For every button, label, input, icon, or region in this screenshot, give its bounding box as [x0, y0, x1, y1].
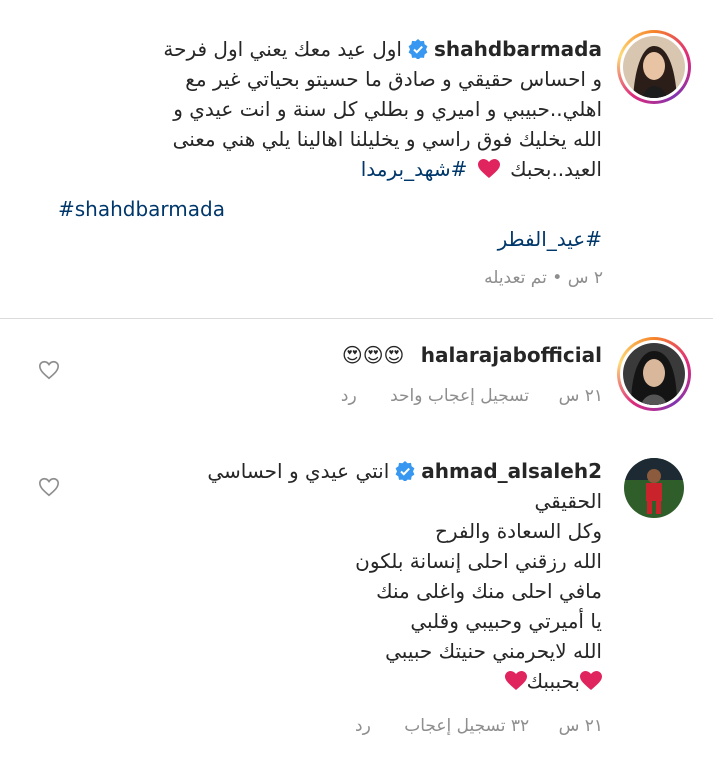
comment-reply-button[interactable]: رد [341, 386, 357, 406]
comment-line-7: الله لايحرمني حنيتك حبيبي [385, 639, 602, 663]
comment-line-5: مافي احلى منك واغلى منك [376, 579, 602, 603]
comment-text: ahmad_alsaleh2 انتي عيدي و احساسي الحقيقي… [100, 456, 602, 696]
comment-likes-count[interactable]: تسجيل إعجاب واحد [390, 386, 529, 406]
heart-outline-icon[interactable] [38, 359, 60, 381]
comment-username[interactable]: ahmad_alsaleh2 [421, 459, 602, 483]
comment-line-1: انتي عيدي و احساسي [207, 459, 390, 483]
caption-line-3: اهلي..حبيبي و اميري و بطلي كل سنة و انت … [173, 97, 602, 121]
comment-line-6: يا أميرتي وحبيبي وقلبي [410, 609, 602, 633]
caption-username[interactable]: shahdbarmada [434, 37, 602, 61]
comment-time: ٢١ س [558, 386, 603, 406]
caption-line-2: و احساس حقيقي و صادق ما حسيتو بحياتي غير… [185, 67, 602, 91]
comment-avatar-halarajab[interactable] [617, 337, 691, 411]
avatar-image [624, 458, 684, 518]
hashtag-shahd-barmada-ar[interactable]: #شهد_برمدا [361, 157, 468, 181]
caption-line-4: الله يخليك فوق راسي و يخليلنا اهالينا يل… [172, 127, 602, 151]
red-heart-emoji-icon [580, 671, 602, 690]
caption-meta: ٢ س • تم تعديله [484, 268, 603, 288]
comment-line-3: وكل السعادة والفرح [434, 519, 602, 543]
hashtag-eid-alfitr[interactable]: #عيد_الفطر [498, 227, 602, 251]
caption-avatar[interactable] [617, 30, 691, 104]
hashtag-shahdbarmada[interactable]: #shahdbarmada [58, 197, 225, 221]
heart-outline-icon[interactable] [38, 476, 60, 498]
comment-emoji: 😍😍😍 [341, 343, 405, 367]
comment-likes-count[interactable]: ٣٢ تسجيل إعجاب [404, 716, 529, 736]
verified-badge-icon [395, 461, 415, 481]
red-heart-emoji-icon [477, 159, 500, 178]
comment-meta: ٢١ س تسجيل إعجاب واحد رد [313, 386, 603, 406]
caption-line-1: اول عيد معك يعني اول فرحة [163, 37, 402, 61]
comment-line-2: الحقيقي [534, 489, 603, 513]
caption-text: shahdbarmada اول عيد معك يعني اول فرحة و … [40, 34, 602, 184]
caption-line-5: العيد..بحبك [510, 157, 602, 181]
comment-line-4: الله رزقني احلى إنسانة بلكون [355, 549, 602, 573]
comment-text: halarajabofficial 😍😍😍 [100, 340, 602, 370]
caption-block: shahdbarmada اول عيد معك يعني اول فرحة و … [0, 0, 713, 318]
comment-meta: ٢١ س ٣٢ تسجيل إعجاب رد [327, 716, 603, 736]
comment-time: ٢١ س [558, 716, 603, 736]
comment-username[interactable]: halarajabofficial [421, 343, 602, 367]
avatar-image [623, 343, 685, 405]
hashtag-en-row: #shahdbarmada [40, 194, 268, 224]
comment-avatar-ahmad[interactable] [624, 458, 684, 518]
avatar-image [623, 36, 685, 98]
section-divider [0, 318, 713, 319]
comment-line-8: بحبببك [526, 669, 580, 693]
hashtag-eid-row: #عيد_الفطر [40, 224, 602, 254]
comment-reply-button[interactable]: رد [355, 716, 371, 736]
verified-badge-icon [408, 39, 428, 59]
red-heart-emoji-icon [504, 671, 527, 690]
